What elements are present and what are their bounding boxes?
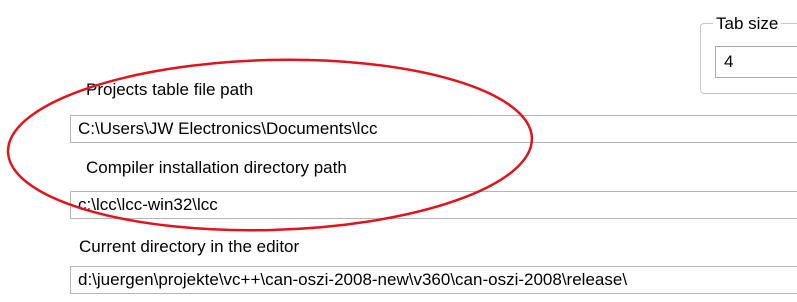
tab-size-legend: Tab size: [713, 14, 782, 34]
projects-table-label: Projects table file path: [86, 80, 254, 99]
current-dir-path-input[interactable]: d:\juergen\projekte\vc++\can-oszi-2008-n…: [70, 266, 797, 294]
tab-size-input[interactable]: 4: [715, 46, 797, 78]
current-dir-label: Current directory in the editor: [79, 237, 300, 256]
projects-table-path-input[interactable]: C:\Users\JW Electronics\Documents\lcc: [70, 115, 797, 143]
compiler-dir-path-input[interactable]: c:\lcc\lcc-win32\lcc: [70, 191, 797, 219]
compiler-dir-label: Compiler installation directory path: [86, 158, 347, 177]
